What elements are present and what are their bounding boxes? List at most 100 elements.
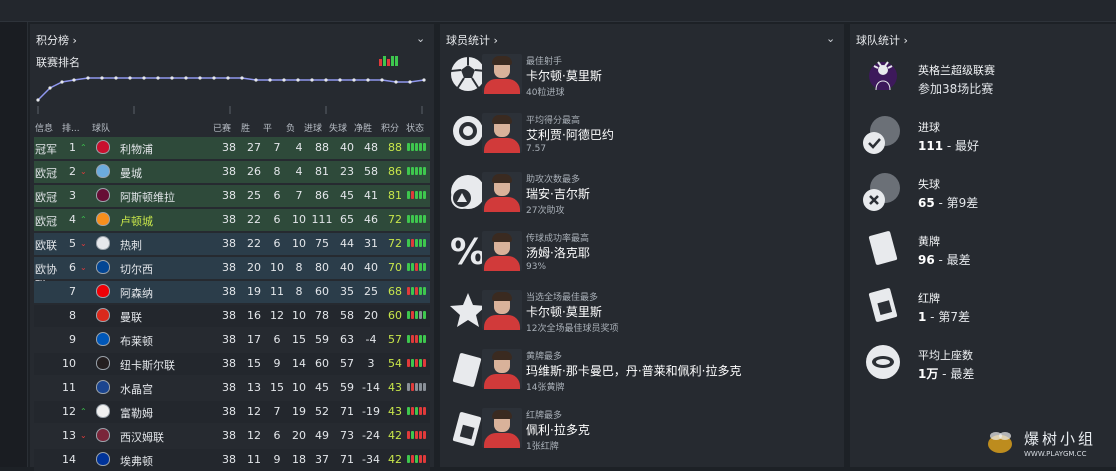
move-down-icon: ⌄ <box>80 263 87 272</box>
player-name[interactable]: 玛维斯·那卡曼巴，丹·普莱和佩利·拉多克 <box>526 362 741 379</box>
player-stat-card[interactable]: 黄牌最多 玛维斯·那卡曼巴，丹·普莱和佩利·拉多克 14张黄牌 <box>446 347 838 401</box>
cell-w: 27 <box>247 141 261 154</box>
header-position[interactable]: 排... <box>62 121 80 134</box>
cell-ga: 59 <box>340 381 354 394</box>
cell-l: 10 <box>292 381 306 394</box>
table-row[interactable]: 欧冠 4 ⌃ 卢顿城 38 22 6 10 111 65 46 72 <box>34 209 430 231</box>
player-name[interactable]: 佩利·拉多克 <box>526 421 590 438</box>
chevron-down-icon[interactable]: ⌄ <box>416 32 425 45</box>
team-stat-rank: - 最差 <box>934 253 971 267</box>
player-stat-card[interactable]: 助攻次数最多 瑞安·吉尔斯 27次助攻 <box>446 170 838 224</box>
player-portrait <box>482 408 522 448</box>
position-number: 7 <box>69 285 76 298</box>
table-row[interactable]: 8 曼联 38 16 12 10 78 58 20 60 <box>34 305 430 327</box>
team-stat-value: 111 - 最好 <box>918 137 979 154</box>
team-stat-number: 96 <box>918 253 935 267</box>
cell-d: 10 <box>270 261 284 274</box>
header-goal-diff[interactable]: 净胜 <box>354 121 372 134</box>
cell-w: 11 <box>247 453 261 466</box>
cell-ga: 71 <box>340 453 354 466</box>
club-crest-icon <box>96 284 110 298</box>
left-sidebar <box>0 22 28 467</box>
team-stats-title[interactable]: 球队统计 › <box>856 32 908 48</box>
cell-w: 12 <box>247 405 261 418</box>
team-stat-item[interactable]: 红牌 1 - 第7差 <box>860 282 1110 336</box>
stat-label: 传球成功率最高 <box>526 234 590 244</box>
league-table-panel: 积分榜 › ⌄ 联赛排名 信息 排... 球队 已赛 胜 平 负 进球 失球 净… <box>30 24 434 471</box>
cell-ga: 45 <box>340 189 354 202</box>
table-row[interactable]: 7 阿森纳 38 19 11 8 60 35 25 68 <box>34 281 430 303</box>
player-stats-panel: 球员统计 › ⌄ 最佳射手 卡尔顿·莫里斯 40粒进球 平均得分最高 艾利贾·阿德巴约 7… <box>440 24 844 467</box>
cell-pts: 42 <box>388 429 402 442</box>
header-goals-against[interactable]: 失球 <box>329 121 347 134</box>
team-stat-value: 96 - 最差 <box>918 251 971 268</box>
player-stat-card[interactable]: % 传球成功率最高 汤姆·洛克耶 93% <box>446 229 838 283</box>
player-portrait <box>482 54 522 94</box>
cell-gf: 88 <box>315 141 329 154</box>
cell-l: 8 <box>295 261 303 274</box>
team-stat-number: 1万 <box>918 367 939 381</box>
cell-ga: 23 <box>340 165 354 178</box>
header-lost[interactable]: 负 <box>286 121 295 134</box>
player-stats-title[interactable]: 球员统计 › <box>446 32 498 48</box>
team-stat-number: 65 <box>918 196 935 210</box>
player-stat-card[interactable]: 当选全场最佳最多 卡尔顿·莫里斯 12次全场最佳球员奖项 <box>446 288 838 342</box>
team-stat-item[interactable]: 进球 111 - 最好 <box>860 111 1110 165</box>
player-stat-card[interactable]: 平均得分最高 艾利贾·阿德巴约 7.57 <box>446 111 838 165</box>
cell-w: 17 <box>247 333 261 346</box>
position-number: 6 <box>69 261 76 274</box>
table-row[interactable]: 欧冠 2 ⌄ 曼城 38 26 8 4 81 23 58 86 <box>34 161 430 183</box>
header-team[interactable]: 球队 <box>92 121 110 134</box>
form-indicator <box>407 455 427 463</box>
table-row[interactable]: 11 水晶宫 38 13 15 10 45 59 -14 43 <box>34 377 430 399</box>
cell-ga: 71 <box>340 405 354 418</box>
team-stat-item[interactable]: 平均上座数 1万 - 最差 <box>860 339 1110 393</box>
table-row[interactable]: 冠军 1 ⌃ 利物浦 38 27 7 4 88 40 48 88 <box>34 137 430 159</box>
table-row[interactable]: 13 ⌄ 西汉姆联 38 12 6 20 49 73 -24 42 <box>34 425 430 447</box>
table-row[interactable]: 14 埃弗顿 38 11 9 18 37 71 -34 42 <box>34 449 430 471</box>
cell-p: 38 <box>222 213 236 226</box>
team-stat-item[interactable]: 失球 65 - 第9差 <box>860 168 1110 222</box>
position-history-chart <box>36 76 426 114</box>
table-row[interactable]: 9 布莱顿 38 17 6 15 59 63 -4 57 <box>34 329 430 351</box>
header-played[interactable]: 已赛 <box>213 121 231 134</box>
form-indicator <box>407 311 427 319</box>
table-row[interactable]: 欧协联6⌄切尔西382010880404070 <box>34 257 430 292</box>
league-table-title[interactable]: 积分榜 › <box>36 32 77 48</box>
header-goals-for[interactable]: 进球 <box>304 121 322 134</box>
red-card-icon <box>860 284 906 330</box>
position-number: 2 <box>69 165 76 178</box>
player-name[interactable]: 卡尔顿·莫里斯 <box>526 67 602 84</box>
header-won[interactable]: 胜 <box>241 121 250 134</box>
chevron-down-icon[interactable]: ⌄ <box>826 32 835 45</box>
cell-d: 6 <box>273 237 281 250</box>
cell-d: 12 <box>270 309 284 322</box>
player-name[interactable]: 艾利贾·阿德巴约 <box>526 126 614 143</box>
team-stat-item[interactable]: 黄牌 96 - 最差 <box>860 225 1110 279</box>
table-row[interactable]: 欧冠 3 阿斯顿维拉 38 25 6 7 86 45 41 81 <box>34 185 430 207</box>
stat-value: 7.57 <box>526 144 547 154</box>
player-stat-card[interactable]: 最佳射手 卡尔顿·莫里斯 40粒进球 <box>446 52 838 106</box>
cell-l: 7 <box>295 189 303 202</box>
table-row[interactable]: 10 纽卡斯尔联 38 15 9 14 60 57 3 54 <box>34 353 430 375</box>
cell-d: 11 <box>270 285 284 298</box>
player-name[interactable]: 瑞安·吉尔斯 <box>526 185 590 202</box>
player-stat-card[interactable]: 红牌最多 佩利·拉多克 1张红牌 <box>446 406 838 460</box>
stat-label: 平均得分最高 <box>526 116 581 126</box>
player-name[interactable]: 卡尔顿·莫里斯 <box>526 303 602 320</box>
league-position-label: 联赛排名 <box>36 56 80 69</box>
cell-gd: 48 <box>364 141 378 154</box>
club-crest-icon <box>96 404 110 418</box>
header-points[interactable]: 积分 <box>381 121 399 134</box>
cell-l: 15 <box>292 333 306 346</box>
header-drawn[interactable]: 平 <box>263 121 272 134</box>
qualification-label: 欧冠 <box>35 215 57 228</box>
player-name[interactable]: 汤姆·洛克耶 <box>526 244 590 261</box>
table-row[interactable]: 12 ⌃ 富勒姆 38 12 7 19 52 71 -19 43 <box>34 401 430 423</box>
table-row[interactable]: 欧联 5 ⌄ 热刺 38 22 6 10 75 44 31 72 <box>34 233 430 255</box>
cell-p: 38 <box>222 333 236 346</box>
league-title-text: 积分榜 <box>36 34 69 47</box>
header-info[interactable]: 信息 <box>35 121 53 134</box>
header-form[interactable]: 状态 <box>406 121 424 134</box>
team-stat-item[interactable]: 英格兰超级联赛 参加38场比赛 <box>860 54 1110 108</box>
